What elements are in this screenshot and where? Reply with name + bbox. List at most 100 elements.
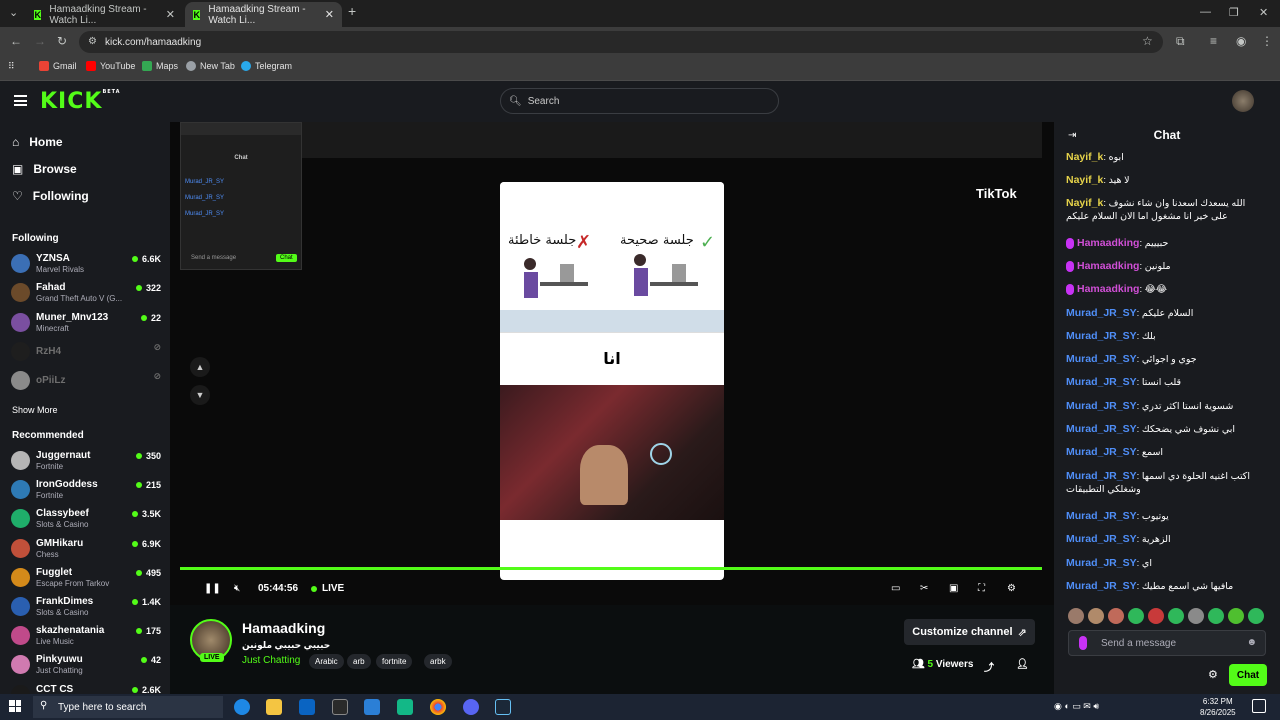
chrome-icon[interactable] (430, 699, 446, 715)
chat-username[interactable]: Murad_JR_SY (1066, 423, 1137, 435)
sidebar-channel[interactable]: IronGoddess Fortnite 215 (11, 478, 161, 504)
chat-username[interactable]: Nayif_k (1066, 197, 1103, 209)
chat-username[interactable]: Hamaadking (1077, 237, 1139, 249)
chat-username[interactable]: Nayif_k (1066, 174, 1103, 186)
fullscreen-icon[interactable]: ⛶ (978, 583, 985, 594)
maximize-icon[interactable]: ❐ (1229, 6, 1239, 19)
search-input[interactable]: 🔍︎ Search (500, 88, 779, 114)
url-bar[interactable]: kick.com/hamaadking (79, 31, 1163, 53)
chevron-up-icon[interactable]: ▲ (190, 357, 210, 377)
media-icon[interactable]: ≡ (1210, 34, 1217, 48)
app-icon[interactable] (364, 699, 380, 715)
chat-username[interactable]: Murad_JR_SY (1066, 376, 1137, 388)
show-more-link[interactable]: Show More (12, 405, 58, 415)
chevron-down-icon[interactable]: ▼ (190, 385, 210, 405)
chat-username[interactable]: Murad_JR_SY (1066, 580, 1137, 592)
emote-icon[interactable] (1168, 608, 1184, 624)
sidebar-channel[interactable]: oPiiLz ⊘ (11, 369, 161, 395)
chat-username[interactable]: Murad_JR_SY (1066, 307, 1137, 319)
chat-username[interactable]: Murad_JR_SY (1066, 446, 1137, 458)
customize-channel-button[interactable]: Customize channel ⇗ (904, 619, 1035, 645)
streamer-name[interactable]: Hamaadking (242, 620, 325, 636)
tab-close-icon[interactable]: ✕ (325, 8, 334, 21)
file-explorer-icon[interactable] (266, 699, 282, 715)
chat-message-input[interactable]: Send a message ☻ (1068, 630, 1266, 656)
follow-user-icon[interactable]: 👤︎ (1016, 659, 1029, 670)
site-info-icon[interactable]: ⚙ (88, 36, 97, 47)
chat-username[interactable]: Nayif_k (1066, 151, 1103, 163)
bookmark-maps[interactable]: Maps (142, 61, 178, 71)
discord-icon[interactable] (463, 699, 479, 715)
steam-icon[interactable] (495, 699, 511, 715)
forward-icon[interactable]: → (34, 34, 46, 48)
bookmark-star-icon[interactable]: ☆ (1142, 34, 1153, 48)
chat-username[interactable]: Murad_JR_SY (1066, 557, 1137, 569)
windows-start-icon[interactable] (9, 700, 21, 712)
emote-icon[interactable] (1208, 608, 1224, 624)
chat-send-button[interactable]: Chat (1229, 664, 1267, 686)
mail-icon[interactable] (299, 699, 315, 715)
emote-icon[interactable] (1068, 608, 1084, 624)
minimize-icon[interactable]: — (1200, 6, 1211, 18)
chat-username[interactable]: Murad_JR_SY (1066, 510, 1137, 522)
share-icon[interactable]: ⤴ (984, 659, 994, 674)
user-avatar[interactable] (1232, 90, 1254, 112)
tag-arb[interactable]: arb (347, 654, 371, 669)
settings-gear-icon[interactable]: ⚙ (1007, 583, 1016, 594)
sidebar-channel[interactable]: Muner_Mnv123 Minecraft 22 (11, 311, 161, 337)
notification-icon[interactable] (1252, 699, 1266, 713)
stream-category[interactable]: Just Chatting (242, 655, 300, 666)
chat-username[interactable]: Hamaadking (1077, 260, 1139, 272)
bookmark-youtube[interactable]: YouTube (86, 61, 135, 71)
new-tab-icon[interactable]: + (348, 3, 356, 19)
bookmark-gmail[interactable]: Gmail (39, 61, 77, 71)
browser-tab-2[interactable]: K Hamaadking Stream - Watch Li... ✕ (185, 2, 342, 27)
sidebar-item-browse[interactable]: ▣ Browse (12, 162, 77, 176)
emote-icon[interactable] (1088, 608, 1104, 624)
sidebar-channel[interactable]: Classybeef Slots & Casino 3.5K (11, 507, 161, 533)
chat-username[interactable]: Murad_JR_SY (1066, 353, 1137, 365)
emote-icon[interactable] (1228, 608, 1244, 624)
bookmark-new-tab[interactable]: New Tab (186, 61, 235, 71)
hamburger-menu-icon[interactable] (14, 95, 27, 106)
theater-mode-icon[interactable]: ▭ (891, 583, 900, 594)
sidebar-channel[interactable]: YZNSA Marvel Rivals 6.6K (11, 252, 161, 278)
emote-icon[interactable] (1248, 608, 1264, 624)
tab-close-icon[interactable]: ✕ (166, 8, 175, 21)
emote-icon[interactable] (1188, 608, 1204, 624)
sidebar-channel[interactable]: FrankDimes Slots & Casino 1.4K (11, 595, 161, 621)
sidebar-channel[interactable]: Fahad Grand Theft Auto V (G... 322 (11, 281, 161, 307)
video-player[interactable]: Chat Murad_JR_SY Murad_JR_SY Murad_JR_SY… (170, 122, 1054, 605)
edge-icon[interactable] (234, 699, 250, 715)
sidebar-channel[interactable]: Fugglet Escape From Tarkov 495 (11, 566, 161, 592)
chat-username[interactable]: Murad_JR_SY (1066, 400, 1137, 412)
tag-fortnite[interactable]: fortnite (376, 654, 413, 669)
clip-icon[interactable]: ✂ (920, 583, 928, 594)
emote-icon[interactable] (1148, 608, 1164, 624)
chat-username[interactable]: Murad_JR_SY (1066, 533, 1137, 545)
pause-button[interactable]: ❚❚ (204, 583, 221, 594)
sidebar-channel[interactable]: GMHikaru Chess 6.9K (11, 537, 161, 563)
profile-icon[interactable]: ◉ (1236, 34, 1246, 48)
store-icon[interactable] (332, 699, 348, 715)
emote-icon[interactable] (1128, 608, 1144, 624)
sidebar-channel[interactable]: Juggernaut Fortnite 350 (11, 449, 161, 475)
apps-grid-icon[interactable]: ⠿ (8, 61, 15, 72)
tag-arbk[interactable]: arbk (424, 654, 452, 669)
sidebar-item-following[interactable]: ♡ Following (12, 189, 89, 203)
emote-icon[interactable] (1108, 608, 1124, 624)
bookmark-telegram[interactable]: Telegram (241, 61, 292, 71)
back-icon[interactable]: ← (10, 34, 22, 48)
emoji-icon[interactable]: ☻ (1246, 637, 1257, 648)
menu-dots-icon[interactable]: ⋮ (1261, 34, 1273, 48)
chat-username[interactable]: Murad_JR_SY (1066, 330, 1137, 342)
taskbar-clock[interactable]: 6:32 PM 8/26/2025 (1200, 696, 1236, 718)
mute-icon[interactable]: 🔇︎ (234, 583, 240, 594)
taskbar-search-input[interactable]: ⚲ Type here to search (33, 696, 223, 718)
reload-icon[interactable]: ↻ (57, 34, 67, 48)
sidebar-item-home[interactable]: ⌂ Home (12, 135, 63, 149)
tag-arabic[interactable]: Arabic (309, 654, 344, 669)
sidebar-channel[interactable]: Pinkyuwu Just Chatting 42 (11, 653, 161, 679)
sidebar-channel[interactable]: RzH4 ⊘ (11, 340, 161, 366)
sidebar-channel[interactable]: skazhenatania Live Music 175 (11, 624, 161, 650)
